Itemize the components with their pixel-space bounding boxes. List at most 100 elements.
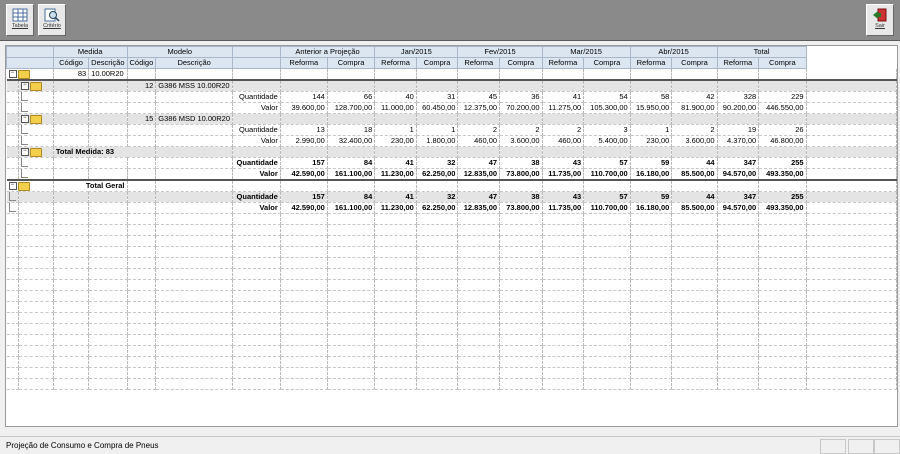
grid-cell [630,180,673,192]
grid-cell [542,213,585,225]
tree-node-modelo[interactable]: − [18,113,54,125]
empty-row[interactable] [6,246,897,258]
grid-cell [717,213,760,225]
header-row-2: Código Descrição Código Descrição Reform… [6,57,897,69]
tree-line [6,202,19,214]
grid-cell [758,113,807,125]
value-cell: 43 [542,157,585,169]
tree-node-total-medida[interactable]: − [18,146,54,158]
projection-table: Medida Modelo Anterior a Projeção Jan/20… [6,46,897,390]
table-row[interactable]: Valor 42.590,00 161.100,00 11.230,00 62.250,… [6,168,897,181]
empty-row[interactable] [6,367,897,379]
data-grid[interactable]: Medida Modelo Anterior a Projeção Jan/20… [5,45,898,427]
empty-row[interactable] [6,224,897,236]
empty-row[interactable] [6,213,897,225]
table-row[interactable]: Valor 2.990,00 32.400,00 230,00 1.800,00 460,… [6,135,897,147]
value-cell: 32 [416,191,459,203]
empty-row[interactable] [6,312,897,324]
grid-cell [53,157,90,169]
sair-button[interactable]: Sair [866,4,894,36]
empty-row[interactable] [6,257,897,269]
grid-cell [88,113,128,125]
grid-cell [416,246,459,258]
tree-node-modelo[interactable]: − [18,80,54,92]
empty-row[interactable] [6,279,897,291]
table-row[interactable]: − 12 G386 MSS 10.00R20 [6,80,897,92]
grid-cell [583,290,631,302]
collapse-icon[interactable]: − [20,115,29,124]
table-icon [12,8,28,22]
grid-cell [6,312,19,324]
grid-cell [232,246,281,258]
grid-cell [717,257,760,269]
grid-cell [499,68,543,81]
grid-cell [542,334,585,346]
grid-cell [542,235,585,247]
empty-row[interactable] [6,345,897,357]
grid-cell [280,356,328,368]
empty-row[interactable] [6,301,897,313]
value-cell: 38 [499,157,543,169]
medida-descricao: 10.00R20 [88,68,128,81]
table-row[interactable]: Valor 39.600,00 128.700,00 11.000,00 60.450,… [6,102,897,114]
tree-node-medida[interactable]: − [6,68,54,81]
status-panel [848,439,874,454]
tree-line [18,102,54,114]
tabela-button[interactable]: Tabela [6,4,34,36]
grid-cell [127,312,157,324]
grid-cell [18,279,54,291]
grid-cell [583,224,631,236]
grid-cell [806,279,897,291]
tree-node-total-geral[interactable]: − [6,180,54,192]
grid-cell [232,323,281,335]
tree-line [18,168,54,181]
grid-cell [6,334,19,346]
grid-cell [127,334,157,346]
empty-row[interactable] [6,356,897,368]
table-row[interactable]: − 83 10.00R20 [6,68,897,81]
header-modelo-codigo: Código [126,57,157,69]
grid-cell [327,257,376,269]
grid-cell [127,323,157,335]
grid-cell [671,268,718,280]
grid-cell [327,180,376,192]
grid-cell [327,290,376,302]
collapse-icon[interactable]: − [8,182,17,191]
grid-cell [671,290,718,302]
empty-row[interactable] [6,290,897,302]
grid-cell [18,323,54,335]
grid-cell [155,290,233,302]
collapse-icon[interactable]: − [20,82,29,91]
grid-cell [717,80,760,92]
table-row[interactable]: Quantidade 13 18 1 1 2 2 2 3 1 2 19 26 [6,124,897,136]
empty-row[interactable] [6,378,897,390]
table-row[interactable]: Quantidade 144 66 40 31 45 36 41 54 58 42 328 229 [6,91,897,103]
table-row[interactable]: − Total Geral [6,180,897,192]
grid-cell [806,213,897,225]
empty-row[interactable] [6,235,897,247]
empty-row[interactable] [6,334,897,346]
table-row[interactable]: Valor 42.590,00 161.100,00 11.230,00 62.250,… [6,202,897,214]
grid-cell [155,312,233,324]
grid-cell [499,301,543,313]
empty-row[interactable] [6,268,897,280]
grid-cell [127,268,157,280]
grid-cell [327,378,376,390]
table-row[interactable]: Quantidade 157 84 41 32 47 38 43 57 59 44 347 255 [6,157,897,169]
header-compra: Compra [671,57,718,69]
table-row[interactable]: Quantidade 157 84 41 32 47 38 43 57 59 44 347 255 [6,191,897,203]
folder-icon [17,181,30,191]
value-cell: 13 [280,124,328,136]
empty-row[interactable] [6,323,897,335]
folder-icon [29,114,42,124]
grid-cell [18,224,54,236]
grid-cell [6,124,19,136]
criterio-button[interactable]: Critério [38,4,66,36]
table-row[interactable]: − Total Medida: 83 [6,146,897,158]
grid-cell [88,202,128,214]
grid-cell [630,246,673,258]
grid-cell [127,301,157,313]
collapse-icon[interactable]: − [20,148,29,157]
collapse-icon[interactable]: − [8,70,17,79]
table-row[interactable]: − 15 G386 MSD 10.00R20 [6,113,897,125]
